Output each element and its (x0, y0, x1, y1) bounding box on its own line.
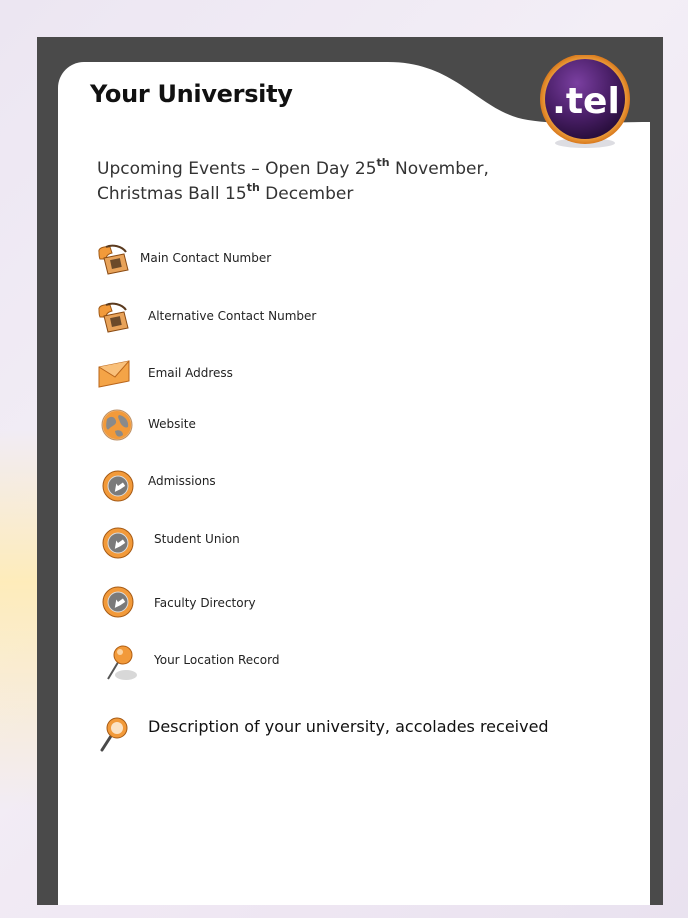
magnifier-icon (100, 717, 128, 752)
page-title: Your University (90, 80, 293, 108)
link-label: Admissions (148, 474, 216, 488)
contact-label: Main Contact Number (140, 251, 272, 265)
events-line1-prefix: Upcoming Events – Open Day 25 (97, 159, 377, 179)
envelope-icon (98, 360, 130, 388)
tel-logo-text: .tel (552, 81, 620, 122)
contact-label: Alternative Contact Number (148, 309, 317, 323)
background-glow (0, 430, 40, 810)
globe-icon (101, 409, 133, 441)
link-label: Faculty Directory (154, 596, 256, 610)
events-line2-sup: th (246, 181, 260, 195)
arrow-circle-icon (102, 470, 134, 502)
events-line2-prefix: Christmas Ball 15 (97, 184, 247, 204)
events-line1-suffix: November, (389, 159, 489, 179)
events-line1-sup: th (376, 156, 390, 170)
events-text: Upcoming Events – Open Day 25th November… (97, 157, 517, 207)
arrow-circle-icon (102, 527, 134, 559)
contact-label: Website (148, 417, 196, 431)
phone-icon (98, 244, 129, 275)
contact-label: Email Address (148, 366, 233, 380)
arrow-circle-icon (102, 586, 134, 618)
description-text: Description of your university, accolade… (148, 717, 549, 736)
map-pin-icon (107, 645, 137, 680)
link-label: Student Union (154, 532, 240, 546)
tel-logo: .tel (540, 55, 630, 148)
phone-icon (98, 302, 129, 333)
link-label: Your Location Record (154, 653, 280, 667)
events-line2-suffix: December (259, 184, 354, 204)
